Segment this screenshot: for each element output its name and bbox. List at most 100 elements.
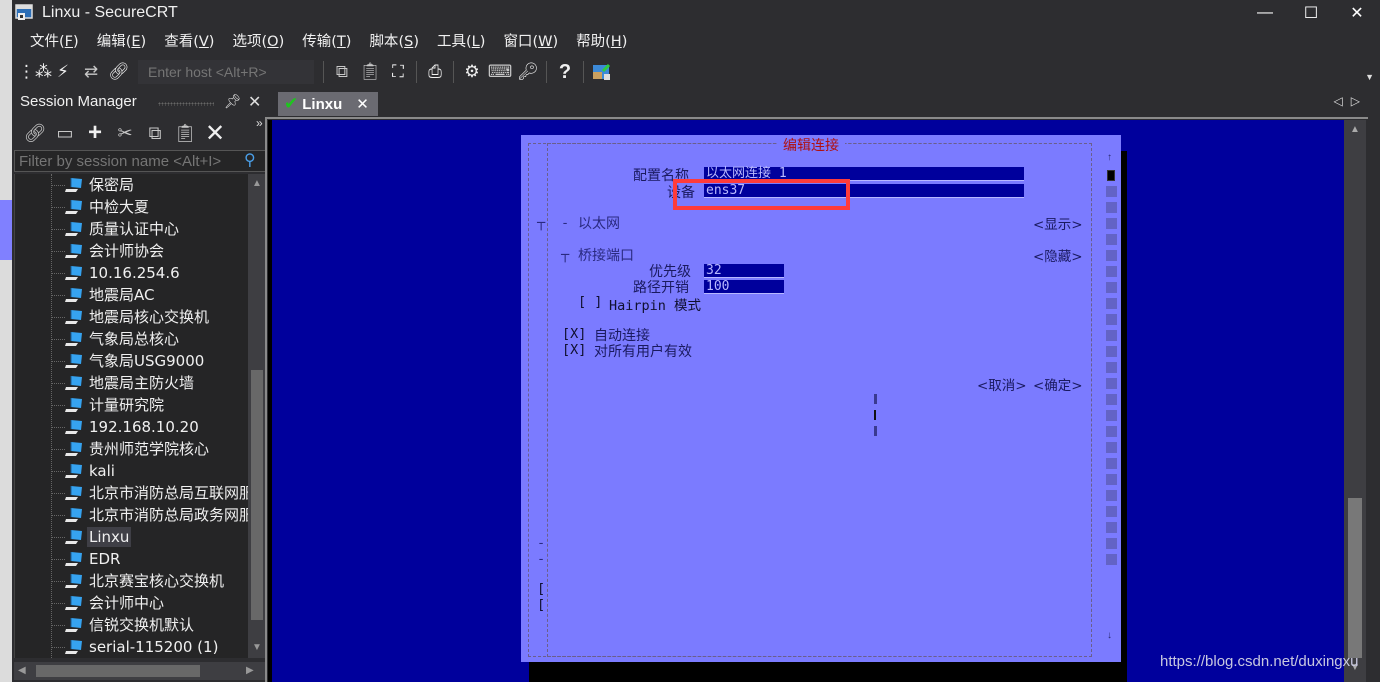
scroll-down-arrow-icon[interactable]: ▼ — [252, 642, 262, 653]
scroll-up-arrow-icon[interactable]: ↑ — [1107, 152, 1112, 163]
session-item[interactable]: 地震局AC — [15, 284, 248, 306]
tui-artifact — [874, 410, 876, 420]
tab-linxu[interactable]: ✔ Linxu ✕ — [278, 92, 378, 116]
auto-connect-checkbox[interactable]: [X] — [562, 326, 586, 342]
tree-connector — [51, 515, 65, 516]
scroll-left-arrow-icon[interactable]: ◀ — [18, 665, 26, 676]
copy-icon[interactable]: ⧉ — [329, 59, 355, 85]
session-item[interactable]: 10.16.254.6 — [15, 262, 248, 284]
enter-host-input[interactable] — [138, 60, 314, 84]
session-item[interactable]: 192.168.10.20 — [15, 416, 248, 438]
menu-item-t[interactable]: 传输(T) — [293, 30, 360, 54]
menu-item-l[interactable]: 工具(L) — [428, 30, 494, 54]
menu-item-v[interactable]: 查看(V) — [155, 30, 223, 54]
maximize-button[interactable]: ☐ — [1288, 0, 1334, 26]
path-cost-field[interactable]: 100 — [704, 280, 784, 294]
pin-icon[interactable]: 📌︎ — [224, 93, 242, 110]
disconnect-link-icon[interactable]: 🔗︎ — [106, 59, 132, 85]
connect-in-tab-icon[interactable]: ⋮⁂ — [18, 59, 52, 85]
session-item[interactable]: 北京市消防总局政务网服 — [15, 504, 248, 526]
scroll-down-arrow-icon[interactable]: ↓ — [1107, 630, 1112, 641]
menu-item-f[interactable]: 文件(F) — [12, 30, 88, 54]
session-item[interactable]: 地震局核心交换机 — [15, 306, 248, 328]
menu-item-o[interactable]: 选项(O) — [223, 30, 293, 54]
scrollbar-thumb[interactable] — [251, 370, 263, 620]
ok-button[interactable]: <确定> — [1033, 374, 1083, 394]
bridge-port-hide-button[interactable]: <隐藏> — [1033, 245, 1083, 265]
scroll-right-arrow-icon[interactable]: ▶ — [246, 665, 254, 676]
session-item[interactable]: kali — [15, 460, 248, 482]
cancel-button[interactable]: <取消> — [977, 374, 1027, 394]
connect-in-tab-icon[interactable]: ▭ — [52, 120, 78, 146]
ethernet-show-button[interactable]: <显示> — [1033, 213, 1083, 233]
dialog-scrollbar[interactable]: ↑ ↓ — [1105, 152, 1117, 646]
tree-connector — [51, 273, 65, 274]
tab-scroll-arrows-icon[interactable]: ◁▷ — [1334, 94, 1368, 108]
minimize-button[interactable]: — — [1242, 0, 1288, 26]
session-item[interactable]: 保密局 — [15, 174, 248, 196]
menu-label: 窗口 — [503, 34, 533, 50]
session-tree-vertical-scrollbar[interactable]: ▲ ▼ — [248, 174, 266, 658]
menu-item-w[interactable]: 窗口(W) — [494, 30, 567, 54]
delete-x-icon[interactable]: ✕ — [202, 120, 228, 147]
session-item[interactable]: 地震局主防火墙 — [15, 372, 248, 394]
tree-connector — [51, 603, 65, 604]
session-item[interactable]: 信锐交换机默认 — [15, 614, 248, 636]
keymap-keyboard-icon[interactable]: ⌨ — [487, 59, 513, 85]
cut-scissors-icon[interactable]: ✂ — [112, 120, 138, 146]
session-item[interactable]: serial-115200 (1) — [15, 636, 248, 658]
find-binoculars-icon[interactable]: ⛶ — [385, 59, 411, 85]
priority-field[interactable]: 32 — [704, 264, 784, 278]
menu-item-h[interactable]: 帮助(H) — [567, 30, 636, 54]
menu-item-e[interactable]: 编辑(E) — [88, 30, 156, 54]
session-tree-horizontal-scrollbar[interactable]: ◀ ▶ — [14, 662, 266, 680]
scroll-up-arrow-icon[interactable]: ▲ — [252, 178, 262, 189]
toolbar-overflow-icon[interactable]: ▼ — [1365, 72, 1374, 82]
securefx-icon[interactable] — [589, 59, 615, 85]
session-item[interactable]: 气象局USG9000 — [15, 350, 248, 372]
tab-close-icon[interactable]: ✕ — [356, 95, 369, 113]
terminal-vertical-scrollbar[interactable]: ▲ ▼ — [1344, 120, 1366, 682]
session-item[interactable]: EDR — [15, 548, 248, 570]
connect-link-icon[interactable]: 🔗︎ — [22, 120, 48, 146]
session-label: Linxu — [87, 527, 132, 547]
help-question-icon[interactable]: ? — [552, 59, 578, 85]
tree-connector — [51, 295, 65, 296]
session-item[interactable]: 贵州师范学院核心 — [15, 438, 248, 460]
scrollbar-thumb[interactable] — [1107, 170, 1115, 181]
session-filter-input[interactable] — [14, 150, 266, 172]
new-session-plus-icon[interactable]: + — [82, 119, 108, 146]
key-agent-icon[interactable]: 🔑︎ — [515, 59, 541, 85]
paste-icon[interactable]: 📋︎ — [172, 120, 198, 146]
session-item[interactable]: 中检大夏 — [15, 196, 248, 218]
paste-clipboard-icon[interactable]: 📋︎ — [357, 59, 383, 85]
settings-gear-icon[interactable]: ⚙ — [459, 59, 485, 85]
all-users-checkbox[interactable]: [X] — [562, 342, 586, 358]
toolbar-separator — [546, 61, 547, 83]
quick-connect-lightning-icon[interactable]: ⚡ — [50, 59, 76, 85]
hairpin-checkbox[interactable]: [ ] — [578, 294, 602, 310]
scroll-up-arrow-icon[interactable]: ▲ — [1350, 124, 1360, 135]
panel-close-icon[interactable]: ✕ — [248, 92, 261, 112]
title-bar: Linxu - SecureCRT — ☐ ✕ — [12, 0, 1380, 28]
session-item[interactable]: 气象局总核心 — [15, 328, 248, 350]
session-item[interactable]: 质量认证中心 — [15, 218, 248, 240]
session-item[interactable]: 会计师中心 — [15, 592, 248, 614]
session-computer-icon — [65, 200, 82, 214]
session-item[interactable]: 会计师协会 — [15, 240, 248, 262]
panel-drag-grip[interactable] — [158, 102, 214, 106]
scrollbar-thumb[interactable] — [1348, 498, 1362, 658]
session-item[interactable]: 北京赛宝核心交换机 — [15, 570, 248, 592]
copy-icon[interactable]: ⧉ — [142, 120, 168, 146]
more-tools-chevron-icon[interactable]: » — [256, 116, 263, 130]
close-button[interactable]: ✕ — [1334, 0, 1380, 26]
menu-item-s[interactable]: 脚本(S) — [360, 30, 428, 54]
session-item[interactable]: Linxu — [15, 526, 248, 548]
print-icon[interactable]: ⎙ — [422, 59, 448, 85]
scrollbar-thumb[interactable] — [36, 665, 200, 677]
session-item[interactable]: 北京市消防总局互联网服 — [15, 482, 248, 504]
reconnect-icon[interactable]: ⇄ — [78, 59, 104, 85]
search-icon[interactable]: ⚲ — [244, 150, 256, 170]
session-item[interactable]: 计量研究院 — [15, 394, 248, 416]
all-users-label: 对所有用户有效 — [594, 344, 692, 360]
